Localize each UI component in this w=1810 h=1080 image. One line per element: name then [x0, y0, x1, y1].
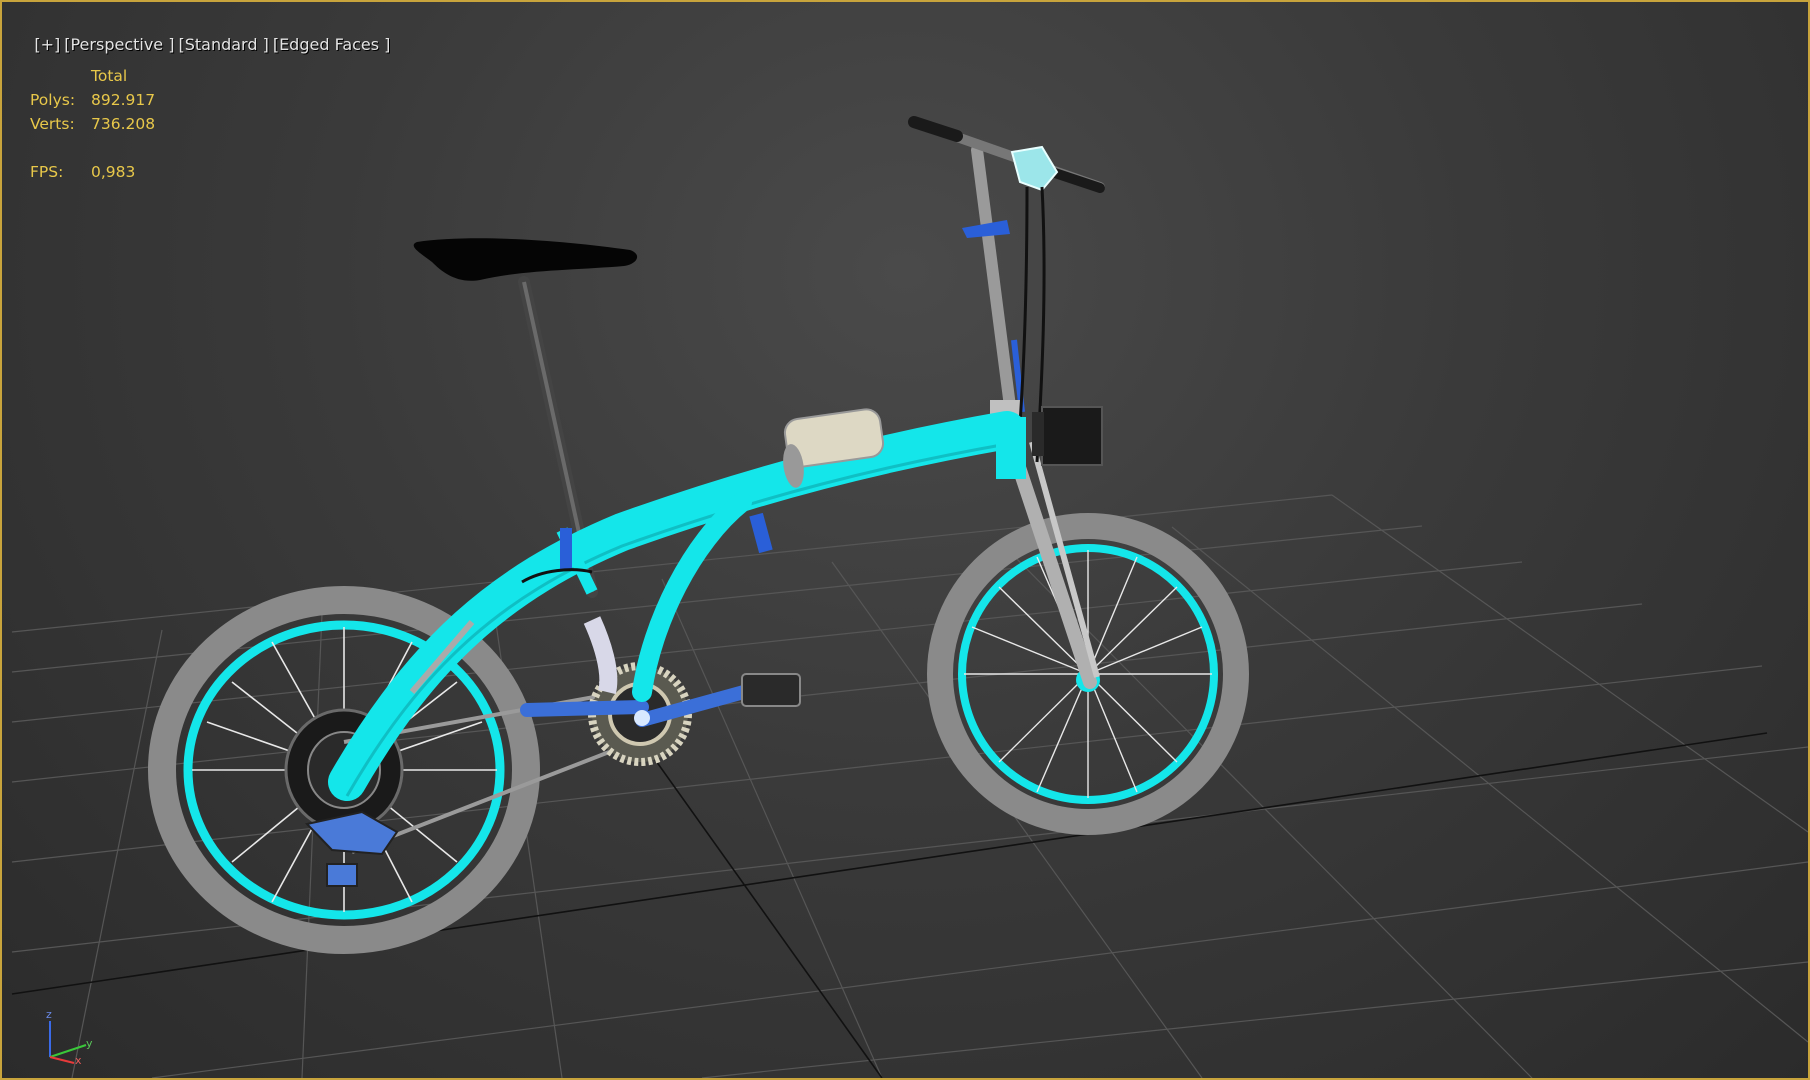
verts-label: Verts:: [30, 115, 75, 133]
stats-polys-row: Polys: 892.917: [30, 88, 155, 112]
polys-value: 892.917: [91, 91, 156, 109]
floor-grid: [11, 494, 1808, 1078]
viewport-display-mode-label[interactable]: [Edged Faces ]: [273, 35, 391, 54]
rear-derailleur[interactable]: [305, 810, 399, 887]
grid-main-axes: [11, 701, 1768, 1078]
axis-x-label: x: [75, 1054, 82, 1065]
saddle[interactable]: [413, 238, 638, 281]
axis-z-label: z: [46, 1008, 52, 1021]
stats-verts-row: Verts: 736.208: [30, 112, 155, 136]
axis-gizmo-icon: z y x: [46, 1008, 93, 1065]
stats-header: Total: [91, 67, 128, 85]
viewport-shading-label[interactable]: [Standard ]: [178, 35, 268, 54]
viewport-plus-menu[interactable]: [+]: [34, 35, 60, 54]
perspective-viewport[interactable]: [+] [Perspective ] [Standard ] [Edged Faces…: [0, 0, 1810, 1080]
polys-label: Polys:: [30, 91, 76, 109]
fps-value: 0,983: [91, 163, 136, 181]
viewport-point-of-view-label[interactable]: [Perspective ]: [64, 35, 174, 54]
controller-box[interactable]: [1032, 406, 1103, 466]
stats-fps-row: FPS: 0,983: [30, 160, 155, 184]
axis-y-label: y: [86, 1037, 93, 1050]
3d-scene[interactable]: [2, 2, 1808, 1078]
fps-label: FPS:: [30, 163, 64, 181]
statistics-overlay: Total Polys: 892.917 Verts: 736.208 FPS:…: [30, 64, 155, 184]
verts-value: 736.208: [91, 115, 156, 133]
bike-frame[interactable]: [328, 411, 1026, 801]
